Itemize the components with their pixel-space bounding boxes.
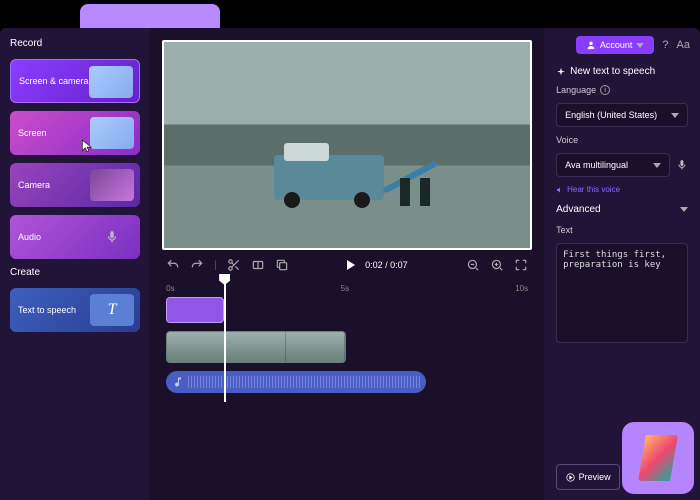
hear-voice-link[interactable]: Hear this voice [556,185,688,194]
voice-value: Ava multilingual [565,160,628,170]
app-logo [622,422,694,494]
tts-thumbnail-icon: T [90,294,134,326]
sidebar-item-label: Text to speech [18,305,76,315]
card-screen[interactable]: Screen [10,111,140,155]
ruler-mark: 10s [515,284,528,293]
panel-title: New text to speech [556,66,688,77]
sidebar: Record Screen & camera Screen Camera Aud… [0,28,150,500]
help-icon[interactable]: ? [662,39,668,51]
screen-thumbnail-icon [90,117,134,149]
language-label: Language i [556,85,688,95]
info-icon[interactable]: i [600,85,610,95]
play-icon[interactable] [347,260,355,270]
chevron-down-icon [680,207,688,212]
language-dropdown[interactable]: English (United States) [556,103,688,127]
logo-icon [638,435,678,481]
app-window: Record Screen & camera Screen Camera Aud… [0,28,700,500]
screen-thumbnail-icon [89,66,133,98]
separator: | [214,260,217,271]
advanced-label: Advanced [556,204,600,215]
sparkle-icon [556,67,566,77]
font-badge[interactable]: Aa [677,39,690,51]
create-section-label: Create [10,267,140,278]
audio-clip[interactable] [166,371,426,393]
card-audio[interactable]: Audio [10,215,140,259]
play-circle-icon [566,473,575,482]
text-label: Text [556,225,688,235]
text-input[interactable] [556,243,688,343]
sidebar-item-label: Audio [18,232,41,242]
advanced-toggle[interactable]: Advanced [556,202,688,217]
preview-label: Preview [579,472,611,482]
preview-content [274,155,384,200]
video-preview[interactable] [162,40,532,250]
timeline-track[interactable] [162,297,532,327]
time-display: 0:02 / 0:07 [365,260,408,270]
ruler-mark: 5s [341,284,349,293]
account-label: Account [600,40,633,50]
sidebar-item-label: Camera [18,180,50,190]
card-camera[interactable]: Camera [10,163,140,207]
zoom-out-icon[interactable] [466,258,480,272]
undo-icon[interactable] [166,258,180,272]
video-clip[interactable] [166,331,346,363]
mic-icon [90,221,134,253]
record-section-label: Record [10,38,140,49]
header-actions: Account ? Aa [554,36,690,54]
fullscreen-icon[interactable] [514,258,528,272]
panel-title-text: New text to speech [570,66,655,77]
transport-bar: | 0:02 / 0:07 [162,250,532,280]
playhead[interactable] [224,282,226,402]
main-content: | 0:02 / 0:07 0s 5s 10s [150,28,544,500]
timeline-track[interactable] [162,331,532,367]
preview-content [400,178,410,206]
timeline-ruler: 0s 5s 10s [162,284,532,297]
card-text-to-speech[interactable]: Text to speech T [10,288,140,332]
sidebar-item-label: Screen [18,128,47,138]
music-note-icon [172,376,184,388]
user-icon [586,40,596,50]
preview-button[interactable]: Preview [556,464,620,490]
camera-thumbnail-icon [90,169,134,201]
language-value: English (United States) [565,110,657,120]
card-screen-camera[interactable]: Screen & camera [10,59,140,103]
waveform-icon [188,376,420,388]
scissors-icon[interactable] [227,258,241,272]
voice-label: Voice [556,135,688,145]
account-button[interactable]: Account [576,36,655,54]
timeline-track[interactable] [162,371,532,401]
chevron-down-icon [671,113,679,118]
ruler-mark: 0s [166,284,174,293]
speaker-icon [556,186,564,194]
voice-dropdown[interactable]: Ava multilingual [556,153,670,177]
chevron-down-icon [653,163,661,168]
browser-tab[interactable] [80,4,220,28]
redo-icon[interactable] [190,258,204,272]
chevron-down-icon [636,43,644,48]
copy-icon[interactable] [275,258,289,272]
split-icon[interactable] [251,258,265,272]
zoom-in-icon[interactable] [490,258,504,272]
sidebar-item-label: Screen & camera [19,76,89,86]
hear-voice-label: Hear this voice [567,185,620,194]
preview-content [420,178,430,206]
timeline[interactable]: 0s 5s 10s [162,284,532,488]
mic-icon[interactable] [676,158,688,172]
tts-clip[interactable] [166,297,224,323]
